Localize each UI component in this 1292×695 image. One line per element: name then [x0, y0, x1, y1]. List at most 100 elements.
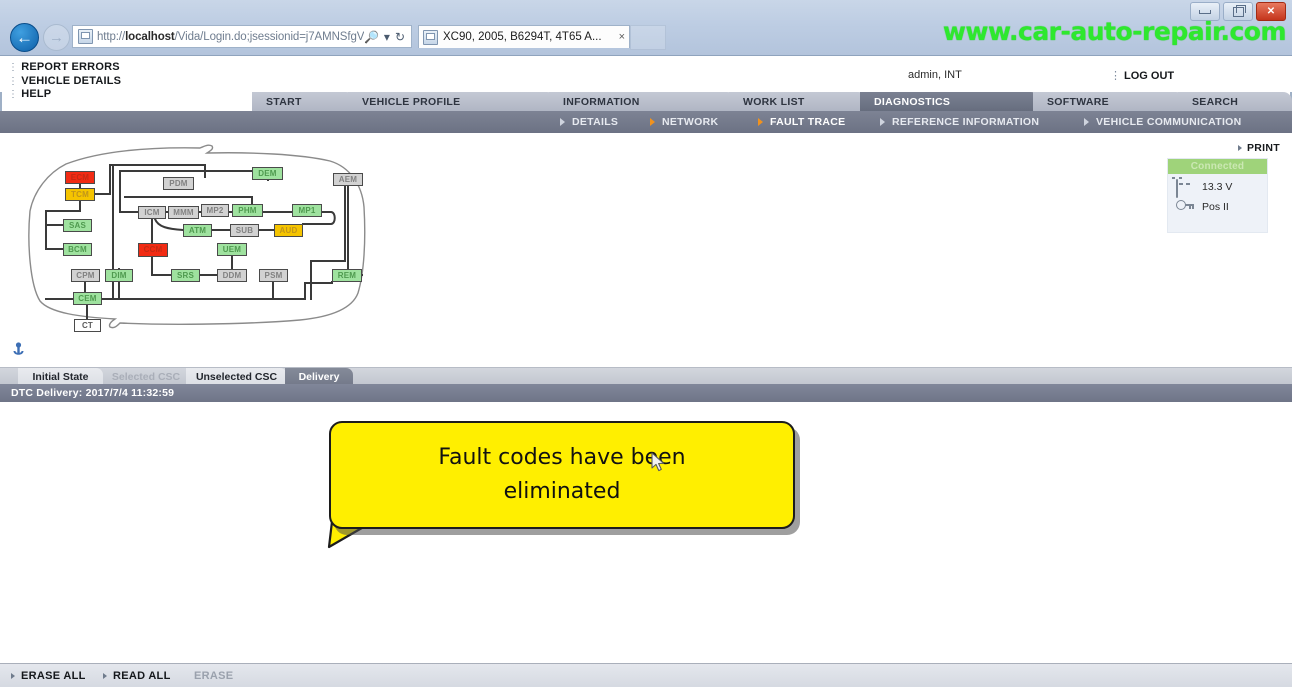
tab-search[interactable]: SEARCH — [1178, 92, 1292, 111]
battery-icon — [1176, 179, 1194, 198]
tab-vehicle-profile[interactable]: VEHICLE PROFILE — [348, 92, 556, 111]
triangle-right-icon — [880, 118, 885, 126]
node-aud[interactable]: AUD — [274, 224, 303, 237]
diagram-tab-bar: Initial State Selected CSC Unselected CS… — [0, 367, 1292, 385]
link-bullet-icon: ⋮ — [8, 75, 19, 87]
tab-work-list[interactable]: WORK LIST — [729, 92, 867, 111]
battery-terminal-left — [1179, 183, 1183, 185]
callout-line-2: eliminated — [503, 479, 621, 504]
node-ecm[interactable]: ECM — [65, 171, 95, 184]
node-mp1[interactable]: MP1 — [292, 204, 322, 217]
node-ddm[interactable]: DDM — [217, 269, 247, 282]
node-uem[interactable]: UEM — [217, 243, 247, 256]
tab-software[interactable]: SOFTWARE — [1033, 92, 1185, 111]
subnav-fault-trace[interactable]: FAULT TRACE — [758, 111, 845, 133]
erase-all-button[interactable]: ERASE ALL — [11, 670, 86, 682]
subnav-network[interactable]: NETWORK — [650, 111, 718, 133]
diagram-anchor-bar — [0, 338, 1292, 363]
node-icm[interactable]: ICM — [138, 206, 166, 219]
logout-link[interactable]: ⋮ LOG OUT — [1110, 69, 1174, 82]
node-mmm[interactable]: MMM — [168, 206, 199, 219]
node-ct[interactable]: CT — [74, 319, 101, 332]
node-dim[interactable]: DIM — [105, 269, 133, 282]
callout-body: Fault codes have been eliminated — [329, 421, 795, 529]
node-dem[interactable]: DEM — [252, 167, 283, 180]
address-bar-icons: 🔍 ▾ ↻ — [364, 30, 408, 44]
page-favicon-icon — [78, 29, 93, 44]
node-atm[interactable]: ATM — [183, 224, 212, 237]
report-errors-link[interactable]: ⋮ REPORT ERRORS — [8, 61, 121, 75]
node-pdm[interactable]: PDM — [163, 177, 194, 190]
battery-voltage-value: 13.3 V — [1202, 180, 1233, 193]
sub-navigation-bar: DETAILS NETWORK FAULT TRACE REFERENCE IN… — [0, 111, 1292, 134]
node-tcm[interactable]: TCM — [65, 188, 95, 201]
link-bullet-icon: ⋮ — [1110, 70, 1121, 82]
node-bcm[interactable]: BCM — [63, 243, 92, 256]
restore-icon — [1232, 4, 1246, 17]
subnav-details[interactable]: DETAILS — [560, 111, 618, 133]
node-ccm[interactable]: CCM — [138, 243, 168, 257]
back-arrow-icon[interactable]: ← — [10, 23, 39, 52]
triangle-right-icon — [1238, 145, 1242, 151]
mouse-pointer-icon — [651, 452, 665, 472]
node-cpm[interactable]: CPM — [71, 269, 100, 282]
tab-unselected-csc[interactable]: Unselected CSC — [186, 368, 287, 385]
node-sas[interactable]: SAS — [63, 219, 92, 232]
print-button[interactable]: PRINT — [1238, 142, 1280, 154]
node-cem[interactable]: CEM — [73, 292, 102, 305]
subnav-vehicle-communication[interactable]: VEHICLE COMMUNICATION — [1084, 111, 1242, 133]
browser-chrome: ✕ ← → http://localhost/Vida/Login.do;jse… — [0, 0, 1292, 56]
node-rem[interactable]: REM — [332, 269, 362, 282]
node-sub[interactable]: SUB — [230, 224, 259, 237]
status-badge: Connected — [1168, 159, 1267, 174]
search-icon[interactable]: 🔍 — [364, 30, 379, 44]
browser-tab[interactable]: XC90, 2005, B6294T, 4T65 A... × — [418, 25, 630, 48]
bottom-toolbar: ERASE ALL READ ALL ERASE — [0, 663, 1292, 689]
triangle-right-icon — [11, 673, 15, 679]
subnav-reference-information[interactable]: REFERENCE INFORMATION — [880, 111, 1039, 133]
tab-close-icon[interactable]: × — [615, 31, 625, 43]
read-all-button[interactable]: READ ALL — [103, 670, 171, 682]
vehicle-details-link[interactable]: ⋮ VEHICLE DETAILS — [8, 75, 121, 89]
triangle-right-icon — [758, 118, 763, 126]
anchor-down-icon[interactable] — [11, 342, 26, 358]
vehicle-status-panel: Connected 13.3 V Pos II — [1167, 158, 1268, 233]
address-bar[interactable]: http://localhost/Vida/Login.do;jsessioni… — [72, 25, 412, 48]
vida-application-window: ✕ ← → http://localhost/Vida/Login.do;jse… — [0, 0, 1292, 695]
browser-tab-title: XC90, 2005, B6294T, 4T65 A... — [443, 31, 602, 43]
callout-line-1: Fault codes have been — [438, 444, 686, 470]
node-phm[interactable]: PHM — [232, 204, 263, 217]
forward-arrow-icon[interactable]: → — [43, 24, 70, 51]
tab-diagnostics[interactable]: DIAGNOSTICS — [860, 92, 1040, 111]
refresh-icon[interactable]: ↻ — [395, 30, 405, 44]
diagram-status-bar: DTC Delivery: 2017/7/4 11:32:59 — [0, 384, 1292, 402]
node-srs[interactable]: SRS — [171, 269, 200, 282]
window-bottom-edge — [0, 687, 1292, 695]
battery-terminal-right — [1186, 183, 1190, 185]
triangle-right-icon — [650, 118, 655, 126]
tab-start[interactable]: START — [252, 92, 355, 111]
triangle-right-icon — [1084, 118, 1089, 126]
erase-button: ERASE — [194, 670, 234, 682]
triangle-right-icon — [103, 673, 107, 679]
callout-tooltip: Fault codes have been eliminated — [327, 421, 795, 549]
key-position-row: Pos II — [1176, 199, 1267, 214]
tab-favicon-icon — [423, 29, 438, 45]
node-aem[interactable]: AEM — [333, 173, 363, 186]
triangle-right-icon — [560, 118, 565, 126]
key-position-value: Pos II — [1202, 200, 1229, 213]
tab-selected-csc[interactable]: Selected CSC — [101, 368, 191, 385]
new-tab-button[interactable] — [630, 25, 666, 50]
battery-glyph — [1176, 179, 1190, 198]
key-icon — [1176, 200, 1194, 213]
link-bullet-icon: ⋮ — [8, 62, 19, 73]
node-psm[interactable]: PSM — [259, 269, 288, 282]
tab-initial-state[interactable]: Initial State — [18, 368, 103, 385]
tab-information[interactable]: INFORMATION — [549, 92, 736, 111]
vehicle-network-diagram[interactable]: ECM TCM SAS BCM CPM DIM CEM CT PDM DEM A… — [0, 133, 420, 363]
tab-delivery[interactable]: Delivery — [285, 368, 353, 385]
battery-voltage-row: 13.3 V — [1176, 179, 1267, 198]
chevron-down-icon[interactable]: ▾ — [384, 30, 390, 44]
node-mp2[interactable]: MP2 — [201, 204, 229, 217]
site-watermark: www.car-auto-repair.com — [942, 17, 1287, 46]
